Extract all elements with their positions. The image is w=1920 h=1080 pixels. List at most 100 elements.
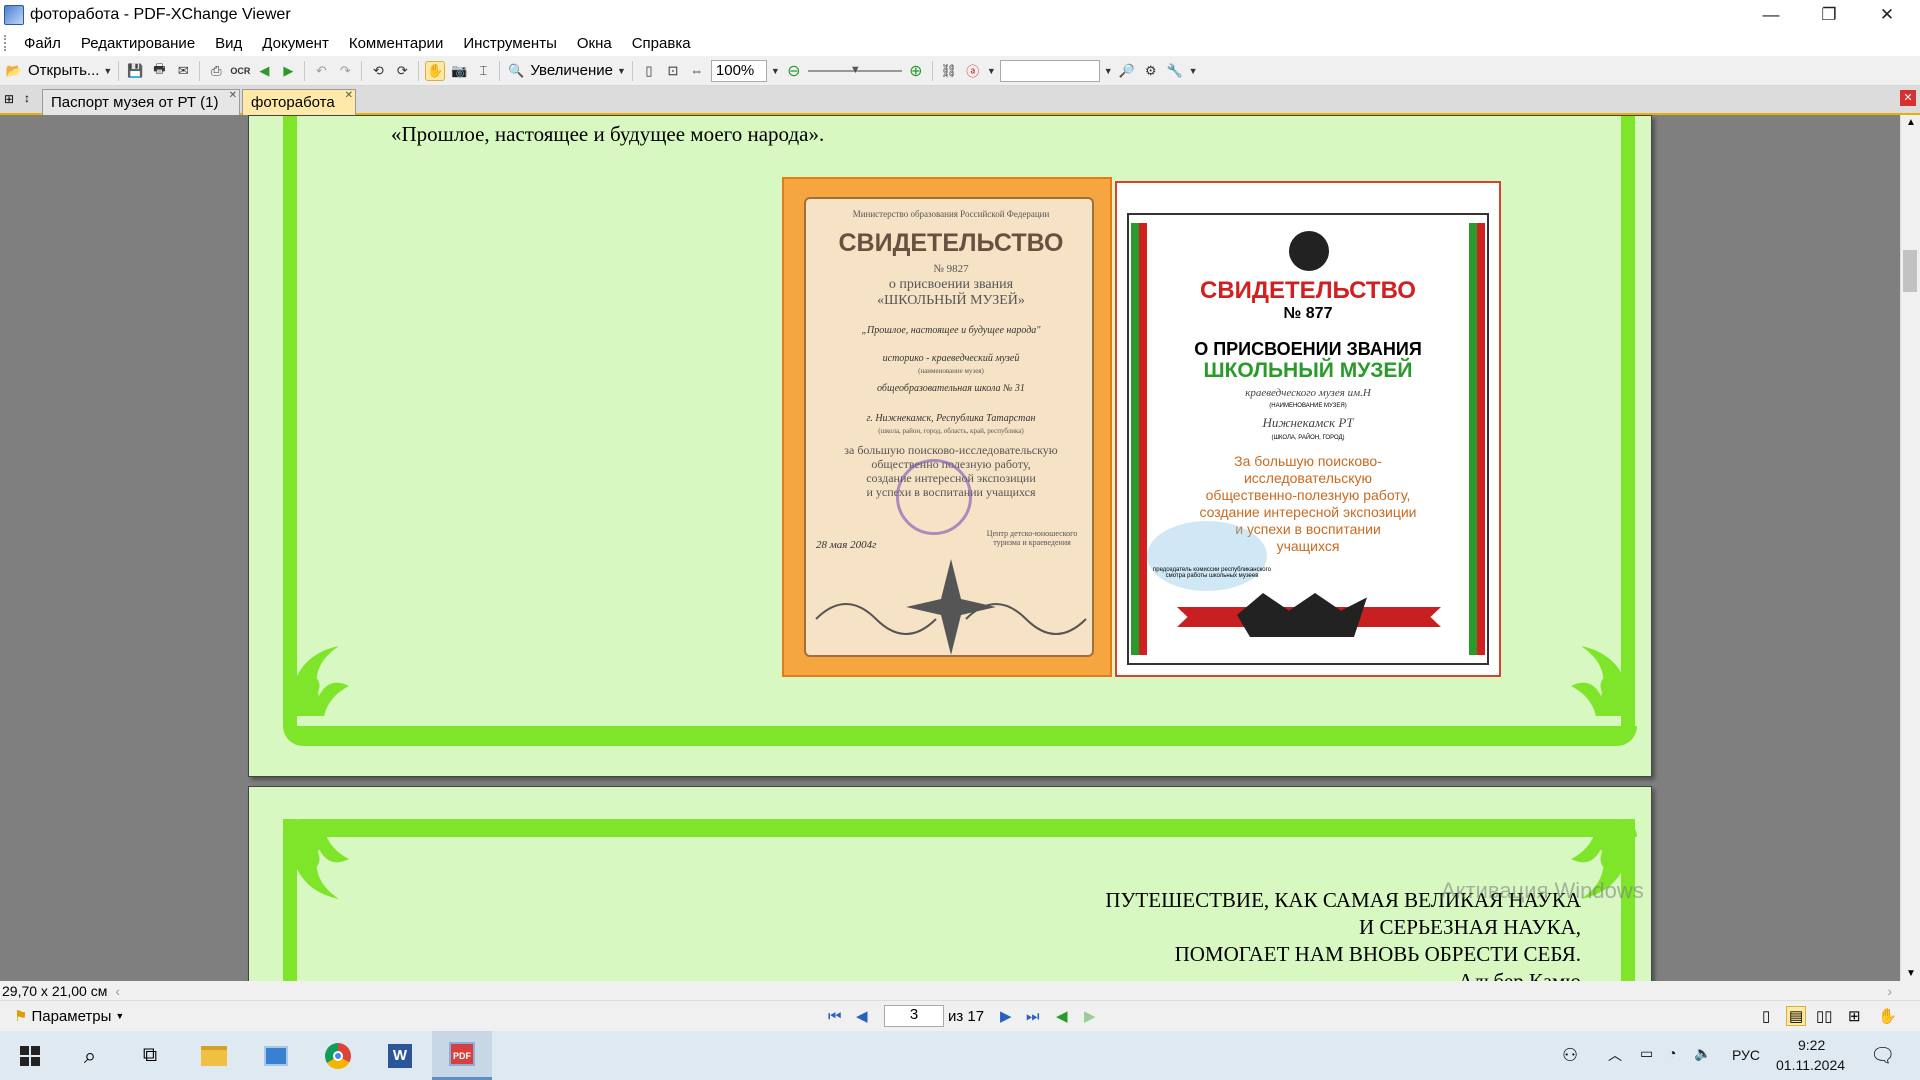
menu-tools[interactable]: Инструменты [453, 35, 567, 52]
rotate-right-icon[interactable]: ⟳ [392, 61, 412, 81]
explorer-app[interactable] [184, 1031, 244, 1080]
close-document-icon[interactable]: ✕ [1900, 90, 1916, 106]
menu-file[interactable]: Файл [14, 35, 71, 52]
volume-icon[interactable]: 🔈 [1694, 1045, 1711, 1062]
zoom-in-icon[interactable]: ⊕ [906, 61, 926, 81]
snapshot-icon[interactable]: 📷 [449, 61, 469, 81]
open-icon[interactable]: 📂 [4, 61, 24, 81]
zoom-tool-button[interactable]: Увеличение [530, 62, 613, 79]
pdf-page: ПУТЕШЕСТВИЕ, КАК САМАЯ ВЕЛИКАЯ НАУКА И С… [248, 786, 1652, 981]
settings-icon[interactable]: 🔧 [1165, 61, 1185, 81]
menu-edit[interactable]: Редактирование [71, 35, 205, 52]
zoom-level-dropdown-icon[interactable]: ▼ [771, 66, 780, 76]
start-button[interactable] [0, 1031, 60, 1080]
desktop-app[interactable] [246, 1031, 306, 1080]
actual-size-icon[interactable]: ▯ [639, 61, 659, 81]
prev-page-icon[interactable]: ◀ [856, 1007, 868, 1025]
zoom-slider-thumb-icon[interactable]: ▼ [850, 64, 861, 76]
scrollbar-thumb[interactable] [1903, 250, 1917, 292]
notifications-icon[interactable]: 🗨 [1870, 1043, 1895, 1068]
tab-list-icon[interactable]: ↕ [24, 91, 30, 105]
page-number-input[interactable]: 3 [884, 1005, 944, 1027]
fit-page-icon[interactable]: ⊡ [663, 61, 683, 81]
close-window-button[interactable]: ✕ [1858, 0, 1916, 30]
print-icon[interactable]: 🖶 [149, 61, 169, 81]
save-icon[interactable]: 💾 [125, 61, 145, 81]
vertical-scrollbar[interactable]: ▲ ▼ [1900, 115, 1920, 981]
spell-dropdown-icon[interactable]: ▼ [987, 66, 996, 76]
single-page-icon[interactable]: ▯ [1762, 1007, 1770, 1025]
settings-dropdown-icon[interactable]: ▼ [1189, 66, 1198, 76]
undo-icon[interactable]: ↶ [311, 61, 331, 81]
people-icon[interactable]: ⚇ [1562, 1045, 1578, 1066]
scroll-up-icon[interactable]: ▲ [1906, 117, 1916, 128]
menu-view[interactable]: Вид [205, 35, 252, 52]
cert-reason3: общественно-полезную работу, [1205, 487, 1411, 503]
input-language[interactable]: РУС [1732, 1047, 1760, 1063]
cert-reason2: исследовательскую [1243, 470, 1372, 486]
clock-date[interactable]: 01.11.2024 [1776, 1057, 1845, 1073]
tray-expand-icon[interactable]: ︿ [1608, 1045, 1622, 1065]
search-taskbar-button[interactable]: ⌕ [60, 1031, 120, 1080]
params-icon[interactable]: ⚑ [14, 1007, 27, 1025]
scroll-right-icon[interactable]: › [1887, 983, 1892, 999]
scroll-left-icon[interactable]: ‹ [115, 983, 120, 999]
last-page-icon[interactable]: ⏭ [1026, 1008, 1040, 1025]
restore-button[interactable]: ❐ [1800, 0, 1858, 30]
search-input[interactable] [999, 59, 1100, 82]
task-view-button[interactable]: ⧉ [120, 1031, 180, 1080]
params-dropdown-icon[interactable]: ▼ [115, 1011, 124, 1021]
scan-icon[interactable]: ⎙ [206, 61, 226, 81]
scroll-down-icon[interactable]: ▼ [1906, 968, 1916, 979]
zoom-slider[interactable]: ▼ [807, 64, 902, 76]
search-dropdown-icon[interactable]: ▼ [1104, 66, 1113, 76]
forward-icon[interactable]: ▶ [278, 61, 298, 81]
clock-time[interactable]: 9:22 [1798, 1037, 1825, 1053]
nav-back-icon[interactable]: ◀ [1056, 1007, 1068, 1025]
find-icon[interactable]: 🔎 [1117, 61, 1137, 81]
tab-photowork[interactable]: фоторабота ✕ [242, 89, 356, 115]
zoom-icon[interactable]: 🔍 [506, 61, 526, 81]
tab-close-icon[interactable]: ✕ [229, 90, 237, 101]
cert-reason1: за большую поисково-исследовательскую [844, 443, 1058, 457]
minimize-button[interactable]: — [1742, 0, 1800, 30]
nav-forward-icon[interactable]: ▶ [1084, 1007, 1096, 1025]
tab-grid-icon[interactable]: ⊞ [4, 92, 14, 106]
hand-tool-icon[interactable]: ✋ [425, 60, 446, 81]
next-page-icon[interactable]: ▶ [1000, 1007, 1012, 1025]
spell-check-icon[interactable]: ⓐ [963, 61, 983, 81]
zoom-out-icon[interactable]: ⊖ [784, 61, 804, 81]
network-icon[interactable]: ◔ [1668, 1045, 1676, 1061]
find-next-icon[interactable]: ⚙ [1141, 61, 1161, 81]
menu-help[interactable]: Справка [622, 35, 701, 52]
open-dropdown-icon[interactable]: ▼ [103, 66, 112, 76]
first-page-icon[interactable]: ⏮ [828, 1008, 842, 1025]
layout-options-icon[interactable]: ✋ [1878, 1007, 1897, 1025]
open-button[interactable]: Открыть... [28, 62, 99, 79]
menu-windows[interactable]: Окна [567, 35, 622, 52]
select-text-icon[interactable]: ⌶ [473, 61, 493, 81]
ocr-icon[interactable]: OCR [230, 61, 250, 81]
tab-passport[interactable]: Паспорт музея от РТ (1) ✕ [42, 89, 240, 115]
fit-width-icon[interactable]: ⇔ [687, 61, 707, 81]
rotate-left-icon[interactable]: ⟲ [368, 61, 388, 81]
word-app[interactable]: W [370, 1031, 430, 1080]
battery-icon[interactable]: ▭ [1640, 1045, 1653, 1062]
tab-close-icon[interactable]: ✕ [345, 90, 353, 101]
back-icon[interactable]: ◀ [254, 61, 274, 81]
facing-pages-icon[interactable]: ▯▯ [1816, 1007, 1833, 1025]
pdf-viewer-app[interactable]: PDF [432, 1031, 492, 1080]
document-view[interactable]: «Прошлое, настоящее и будущее моего наро… [0, 115, 1900, 981]
menu-comments[interactable]: Комментарии [339, 35, 453, 52]
continuous-facing-icon[interactable]: ⊞ [1848, 1007, 1861, 1025]
params-button[interactable]: Параметры [31, 1008, 111, 1025]
link-icon[interactable]: ⛓ [939, 61, 959, 81]
menu-document[interactable]: Документ [252, 35, 339, 52]
toolbar-separator [361, 60, 363, 81]
redo-icon[interactable]: ↷ [335, 61, 355, 81]
zoom-dropdown-icon[interactable]: ▼ [617, 66, 626, 76]
chrome-app[interactable] [308, 1031, 368, 1080]
zoom-level-field[interactable]: 100% [710, 59, 767, 82]
continuous-page-icon[interactable]: ▤ [1786, 1006, 1807, 1026]
email-icon[interactable]: ✉ [173, 61, 193, 81]
